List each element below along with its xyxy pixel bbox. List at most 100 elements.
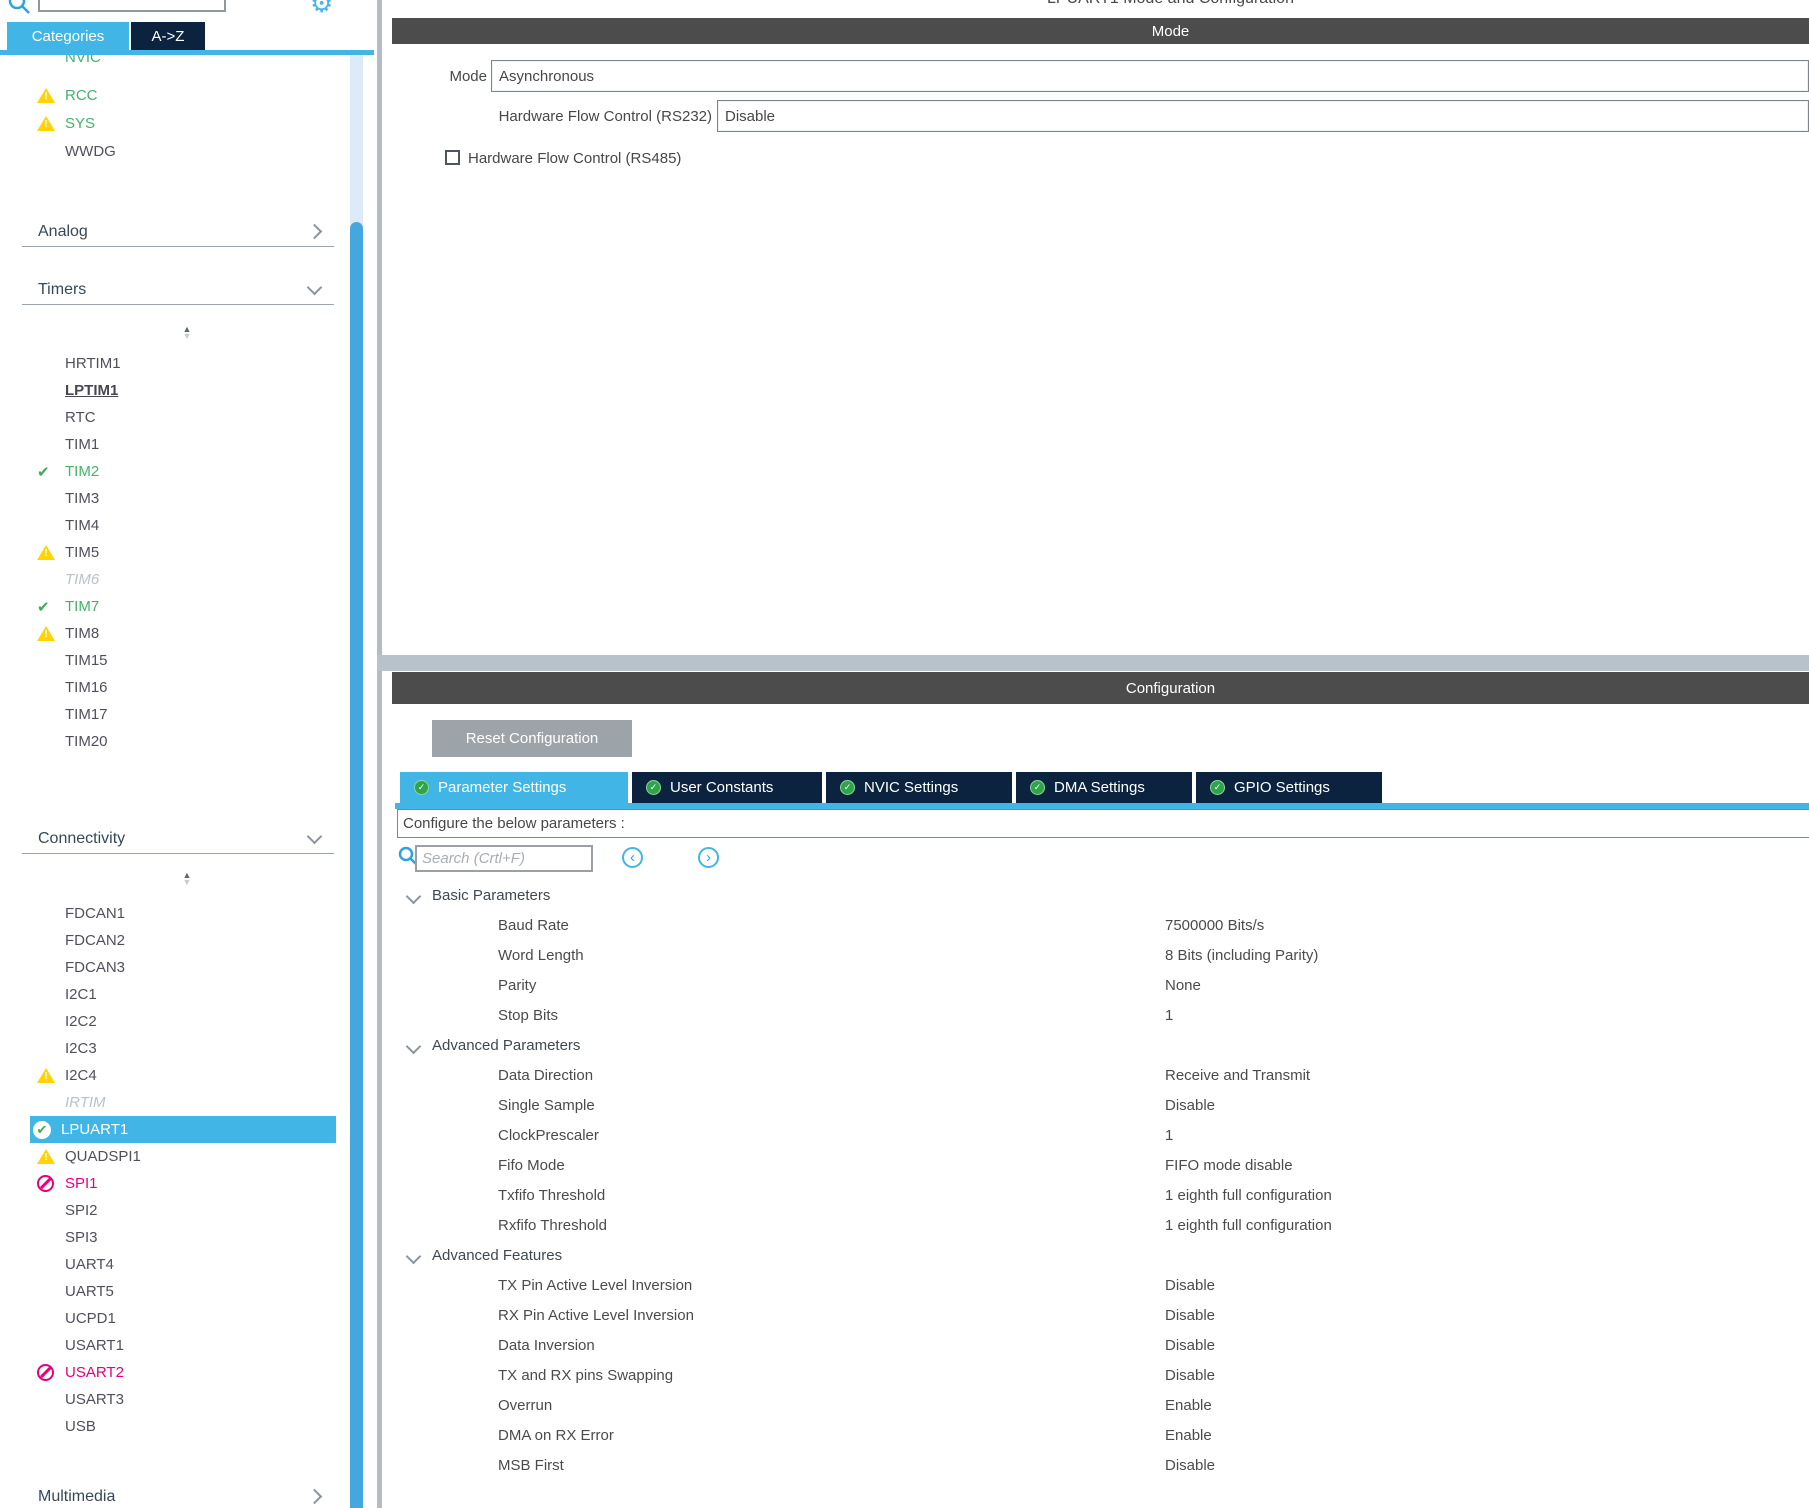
param-value[interactable]: Enable (1165, 1420, 1212, 1450)
param-value[interactable]: 1 eighth full configuration (1165, 1180, 1332, 1210)
sidebar-item-usart2[interactable]: USART2 (34, 1359, 336, 1386)
configuration-panel-header: Configuration (392, 672, 1809, 704)
tab-check-icon: ✓ (840, 780, 855, 795)
item-label: I2C4 (65, 1067, 97, 1084)
sidebar-item-uart4[interactable]: UART4 (34, 1251, 336, 1278)
spinner-down-icon[interactable]: ▼ (176, 333, 198, 340)
list-scroll-spinner[interactable]: ▲ ▼ (176, 326, 198, 340)
horizontal-splitter[interactable] (377, 655, 1809, 671)
mode-select[interactable]: Asynchronous (491, 60, 1809, 92)
item-label: TIM2 (65, 463, 99, 480)
sidebar-item-fdcan3[interactable]: FDCAN3 (34, 954, 336, 981)
tab-nvic-settings[interactable]: ✓ NVIC Settings (826, 772, 1012, 803)
peripheral-search-input[interactable] (38, 0, 226, 12)
search-previous-button[interactable]: ‹ (622, 847, 643, 868)
sidebar-item-wwdg[interactable]: WWDG (34, 138, 336, 165)
sidebar-item-irtim[interactable]: IRTIM (34, 1089, 336, 1116)
sidebar-section-multimedia[interactable]: Multimedia (22, 1482, 334, 1508)
param-value[interactable]: 1 eighth full configuration (1165, 1210, 1332, 1240)
sidebar-item-tim6[interactable]: TIM6 (34, 566, 336, 593)
sidebar-item-fdcan1[interactable]: FDCAN1 (34, 900, 336, 927)
param-value[interactable]: Disable (1165, 1450, 1215, 1480)
sidebar-item-tim4[interactable]: TIM4 (34, 512, 336, 539)
tab-gpio-settings[interactable]: ✓ GPIO Settings (1196, 772, 1382, 803)
hw-flow-rs485-checkbox[interactable] (445, 150, 460, 165)
item-label: HRTIM1 (65, 355, 121, 372)
sidebar-item-tim17[interactable]: TIM17 (34, 701, 336, 728)
sidebar-item-fdcan2[interactable]: FDCAN2 (34, 927, 336, 954)
sidebar-item-lpuart1-selected[interactable]: ✔ LPUART1 (30, 1116, 336, 1143)
param-value[interactable]: None (1165, 970, 1201, 1000)
sidebar-item-rtc[interactable]: RTC (34, 404, 336, 431)
item-label: USART2 (65, 1364, 124, 1381)
param-value[interactable]: FIFO mode disable (1165, 1150, 1293, 1180)
item-label: TIM8 (65, 625, 99, 642)
sidebar-item-tim7[interactable]: ✔ TIM7 (34, 593, 336, 620)
no-entry-icon (37, 1364, 54, 1381)
list-scroll-spinner[interactable]: ▲ ▼ (176, 872, 198, 886)
sidebar-item-lptim1[interactable]: LPTIM1 (34, 377, 336, 404)
item-label: UCPD1 (65, 1310, 116, 1327)
sidebar-section-connectivity[interactable]: Connectivity (22, 824, 334, 854)
item-label: I2C3 (65, 1040, 97, 1057)
item-label: LPUART1 (61, 1121, 128, 1138)
sidebar-item-tim1[interactable]: TIM1 (34, 431, 336, 458)
sidebar-item-hrtim1[interactable]: HRTIM1 (34, 350, 336, 377)
param-value[interactable]: Disable (1165, 1090, 1215, 1120)
reset-configuration-button[interactable]: Reset Configuration (432, 720, 632, 757)
sidebar-item-tim15[interactable]: TIM15 (34, 647, 336, 674)
sidebar-item-tim5[interactable]: ! TIM5 (34, 539, 336, 566)
item-label: TIM4 (65, 517, 99, 534)
param-value[interactable]: Receive and Transmit (1165, 1060, 1310, 1090)
mode-panel-header: Mode (392, 18, 1809, 44)
spinner-down-icon[interactable]: ▼ (176, 879, 198, 886)
sidebar-tab-underline (0, 50, 374, 55)
param-value[interactable]: 1 (1165, 1120, 1173, 1150)
param-value[interactable]: Disable (1165, 1360, 1215, 1390)
sidebar-item-i2c2[interactable]: I2C2 (34, 1008, 336, 1035)
sidebar-item-spi1[interactable]: SPI1 (34, 1170, 336, 1197)
sidebar-item-rcc[interactable]: ! RCC (34, 82, 336, 109)
parameter-search-input[interactable] (415, 845, 593, 872)
param-value[interactable]: Disable (1165, 1270, 1215, 1300)
tab-user-constants[interactable]: ✓ User Constants (632, 772, 822, 803)
chevron-down-icon (406, 1039, 422, 1055)
sidebar-item-tim3[interactable]: TIM3 (34, 485, 336, 512)
sidebar-item-usart3[interactable]: USART3 (34, 1386, 336, 1413)
warning-icon: ! (37, 88, 55, 103)
sidebar-item-spi2[interactable]: SPI2 (34, 1197, 336, 1224)
param-value[interactable]: Disable (1165, 1300, 1215, 1330)
sidebar-item-uart5[interactable]: UART5 (34, 1278, 336, 1305)
sidebar-item-tim20[interactable]: TIM20 (34, 728, 336, 755)
sidebar-item-usart1[interactable]: USART1 (34, 1332, 336, 1359)
sidebar-item-i2c1[interactable]: I2C1 (34, 981, 336, 1008)
gear-icon[interactable]: ⚙ (310, 0, 333, 16)
param-value[interactable]: 1 (1165, 1000, 1173, 1030)
item-label: UART4 (65, 1256, 114, 1273)
sidebar-section-timers[interactable]: Timers (22, 275, 334, 305)
sidebar-item-i2c4[interactable]: ! I2C4 (34, 1062, 336, 1089)
param-value[interactable]: 7500000 Bits/s (1165, 910, 1264, 940)
param-value[interactable]: 8 Bits (including Parity) (1165, 940, 1318, 970)
sidebar-item-tim2[interactable]: ✔ TIM2 (34, 458, 336, 485)
chevron-right-icon (307, 224, 323, 240)
tab-dma-settings[interactable]: ✓ DMA Settings (1016, 772, 1192, 803)
param-name: Single Sample (498, 1090, 595, 1120)
sidebar-item-spi3[interactable]: SPI3 (34, 1224, 336, 1251)
sidebar-item-i2c3[interactable]: I2C3 (34, 1035, 336, 1062)
tab-parameter-settings[interactable]: ✓ Parameter Settings (400, 772, 628, 803)
sidebar-item-sys[interactable]: ! SYS (34, 110, 336, 137)
search-icon (6, 0, 32, 16)
sidebar-item-tim8[interactable]: ! TIM8 (34, 620, 336, 647)
hw-flow-rs232-select[interactable]: Disable (717, 100, 1809, 132)
param-value[interactable]: Disable (1165, 1330, 1215, 1360)
sidebar-item-usb[interactable]: USB (34, 1413, 336, 1440)
sidebar-item-ucpd1[interactable]: UCPD1 (34, 1305, 336, 1332)
param-value[interactable]: Enable (1165, 1390, 1212, 1420)
sidebar-item-nvic[interactable]: NVIC (34, 44, 336, 71)
sidebar-section-analog[interactable]: Analog (22, 217, 334, 247)
sidebar-item-tim16[interactable]: TIM16 (34, 674, 336, 701)
tab-label: Parameter Settings (438, 779, 566, 796)
sidebar-item-quadspi1[interactable]: ! QUADSPI1 (34, 1143, 336, 1170)
search-next-button[interactable]: › (698, 847, 719, 868)
